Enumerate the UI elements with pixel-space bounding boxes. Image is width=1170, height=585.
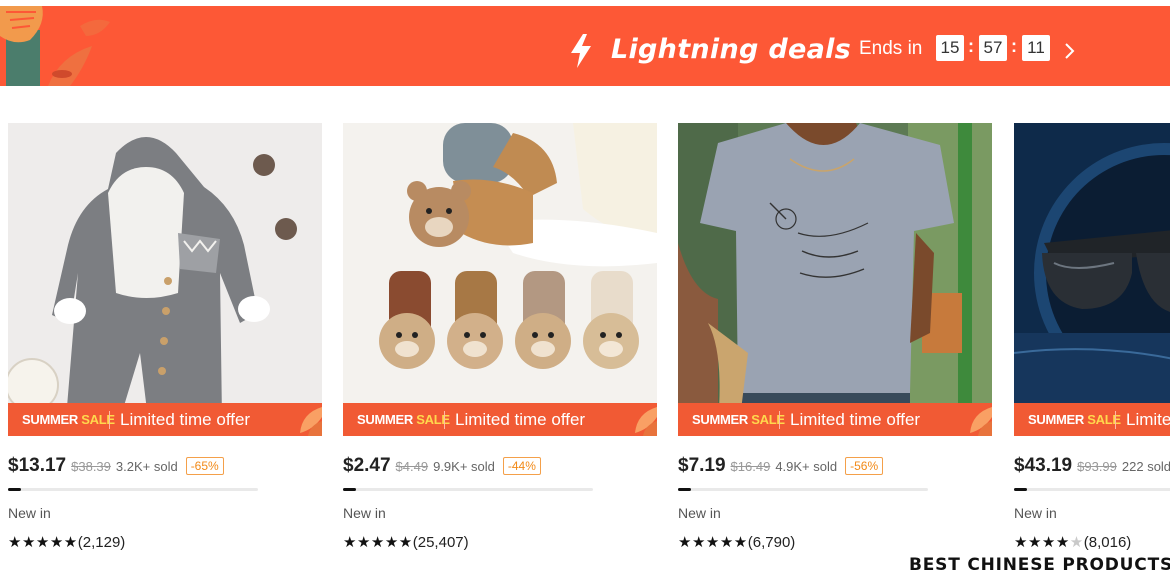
sale-offer-text: Limited time offer	[790, 410, 921, 429]
sale-offer-text: Limited time offer	[120, 410, 251, 429]
price-row: $43.19 $93.99 222 sold	[1014, 455, 1170, 479]
product-card[interactable]: SUMMER SALE Limited time offer $43.19$93…	[1014, 123, 1170, 563]
sales-progress-bar	[8, 488, 258, 491]
new-in-label: New in	[343, 505, 386, 521]
review-count: (25,407)	[412, 533, 469, 551]
progress-fill	[343, 488, 356, 491]
original-price: $16.49	[730, 458, 771, 474]
product-image-sunglasses[interactable]	[1014, 123, 1170, 435]
sale-divider	[444, 411, 445, 429]
price-row: $13.17 $38.39 3.2K+ sold -65%	[8, 455, 224, 479]
original-price: $4.49	[395, 458, 429, 474]
sale-divider	[779, 411, 780, 429]
price-row: $7.19 $16.49 4.9K+ sold -56%	[678, 455, 884, 479]
price: $7.19	[678, 455, 726, 476]
product-image-bear-socks[interactable]	[343, 123, 657, 435]
review-count: (6,790)	[747, 533, 796, 551]
price: $43.19	[1014, 455, 1073, 476]
rating-row: ★★★★★(2,129)	[8, 533, 126, 552]
sale-divider	[109, 411, 110, 429]
timer-seconds: 11	[1022, 35, 1050, 61]
summer-sale-strip: SUMMER SALE Limited time offer	[8, 403, 322, 436]
timer-minutes: 57	[979, 35, 1007, 61]
summer-sale-strip: SUMMER SALE Limited time offer	[1014, 403, 1170, 436]
sales-progress-bar	[343, 488, 593, 491]
original-price: $93.99	[1077, 458, 1117, 474]
star-rating-icon: ★★★★★	[343, 534, 413, 551]
watermark-text: BEST CHINESE PRODUCTS	[909, 555, 1170, 575]
product-image-baby-romper[interactable]	[8, 123, 322, 435]
sales-progress-bar	[678, 488, 928, 491]
sold-count: 4.9K+ sold	[775, 458, 838, 474]
rating-row: ★★★★★(8,016)	[1014, 533, 1132, 552]
review-count: (2,129)	[77, 533, 126, 551]
product-card[interactable]: SUMMER SALE Limited time offer $13.17 $38…	[8, 123, 322, 563]
summer-sale-tag: SUMMER SALE	[692, 412, 785, 427]
progress-fill	[1014, 488, 1027, 491]
sold-count: 3.2K+ sold	[115, 458, 178, 474]
discount-badge: -65%	[185, 457, 224, 475]
review-count: (8,016)	[1083, 533, 1132, 551]
price-row: $2.47 $4.49 9.9K+ sold -44%	[343, 455, 541, 479]
new-in-label: New in	[678, 505, 721, 521]
timer-separator: :	[968, 36, 974, 56]
star-rating-icon: ★★★★★	[678, 534, 748, 551]
price: $2.47	[343, 455, 391, 476]
progress-fill	[678, 488, 691, 491]
original-price: $38.39	[71, 458, 111, 474]
rating-row: ★★★★★(25,407)	[343, 533, 469, 552]
summer-sale-strip: SUMMER SALE Limited time offer	[343, 403, 657, 436]
rating-row: ★★★★★(6,790)	[678, 533, 796, 552]
sale-divider	[1115, 411, 1116, 429]
product-card[interactable]: SUMMER SALE Limited time offer $2.47 $4.4…	[343, 123, 657, 563]
sale-offer-text: Limited time offer	[1126, 410, 1170, 429]
lightning-bolt-icon	[571, 34, 591, 68]
product-card[interactable]: SUMMER SALE Limited time offer $7.19 $16.…	[678, 123, 992, 563]
timer-hours: 15	[936, 35, 964, 61]
sales-progress-bar	[1014, 488, 1170, 491]
summer-sale-tag: SUMMER SALE	[1028, 412, 1121, 427]
price: $13.17	[8, 455, 67, 476]
progress-fill	[8, 488, 21, 491]
discount-badge: -56%	[845, 457, 884, 475]
summer-sale-strip: SUMMER SALE Limited time offer	[678, 403, 992, 436]
lightning-deals-banner[interactable]: Lightning deals Ends in 15 : 57 : 11	[0, 6, 1170, 86]
new-in-label: New in	[1014, 505, 1057, 521]
new-in-label: New in	[8, 505, 51, 521]
sold-count: 9.9K+ sold	[433, 458, 495, 474]
product-image-tshirt[interactable]	[678, 123, 992, 435]
leaf-decoration	[970, 407, 992, 436]
leaf-decoration	[635, 407, 657, 436]
tropical-leaf-decoration	[0, 6, 120, 86]
chevron-right-icon[interactable]	[1062, 42, 1076, 60]
timer-separator: :	[1011, 36, 1017, 56]
sale-offer-text: Limited time offer	[455, 410, 586, 429]
ends-in-label: Ends in	[859, 38, 923, 59]
sold-count: 222 sold	[1121, 458, 1170, 474]
star-rating-icon: ★★★★★	[8, 534, 78, 551]
summer-sale-tag: SUMMER SALE	[357, 412, 450, 427]
leaf-decoration	[300, 407, 322, 436]
discount-badge: -44%	[502, 457, 541, 475]
summer-sale-tag: SUMMER SALE	[22, 412, 115, 427]
star-rating-icon: ★★★★★	[1014, 534, 1084, 551]
banner-title: Lightning deals	[611, 34, 852, 65]
